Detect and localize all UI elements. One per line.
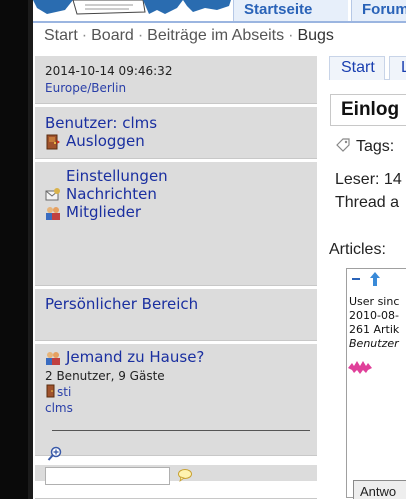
messages-icon: [45, 188, 60, 201]
personal-area-link[interactable]: Persönlicher Bereich: [45, 295, 198, 313]
sidebar: 2014-10-14 09:46:32 Europe/Berlin Benutz…: [35, 56, 317, 499]
logo-graphic: [33, 0, 231, 15]
reply-button[interactable]: Antwo: [353, 480, 406, 499]
thread-heading: Einlog: [330, 94, 406, 126]
settings-link[interactable]: Einstellungen: [66, 167, 168, 185]
thread-tabs: Start L: [329, 54, 406, 80]
header-divider: [33, 21, 406, 23]
current-user-link[interactable]: Benutzer: clms: [45, 114, 157, 132]
who-is-online-panel: Jemand zu Hause? 2 Benutzer, 9 Gäste sti…: [35, 344, 317, 456]
user-menu-panel: Einstellungen Nachrichten Mitglieder: [35, 162, 317, 286]
search-input[interactable]: [45, 467, 170, 485]
main-content: Start L Einlog Tags: Leser: 14 Thread a …: [317, 50, 406, 499]
collapse-icon[interactable]: [350, 273, 362, 285]
window-edge-inner: [28, 0, 33, 499]
current-datetime: 2014-10-14 09:46:32: [45, 64, 173, 78]
user-panel: Benutzer: clms Ausloggen: [35, 107, 317, 159]
tag-icon: [336, 138, 350, 152]
datetime-panel: 2014-10-14 09:46:32 Europe/Berlin: [35, 56, 317, 104]
article-count: 261 Artik: [349, 323, 400, 336]
thread-info: Thread a: [335, 194, 400, 211]
article-user-since: User sinc: [349, 295, 400, 308]
search-panel: [35, 465, 317, 499]
zoom-in-icon[interactable]: [47, 446, 63, 462]
nav-tab-startseite[interactable]: Startseite: [233, 0, 348, 22]
door-icon: [46, 134, 60, 150]
messages-link[interactable]: Nachrichten: [66, 185, 157, 203]
site-header: Startseite Forum: [33, 0, 406, 22]
breadcrumb-separator: ·: [81, 27, 88, 44]
breadcrumb-separator: ·: [137, 27, 144, 44]
article-panel: User sinc 2010-08- 261 Artik Benutzer: [346, 268, 406, 498]
breadcrumb-item-bugs: Bugs: [297, 27, 334, 44]
door-icon: [46, 384, 55, 398]
speech-bubble-icon[interactable]: [177, 468, 193, 482]
breadcrumb-item-board[interactable]: Board: [91, 27, 134, 44]
tab-l[interactable]: L: [389, 56, 406, 80]
article-role: Benutzer: [349, 337, 399, 350]
readers-count: Leser: 14: [335, 171, 402, 188]
articles-label: Articles:: [329, 241, 386, 258]
article-date: 2010-08-: [349, 309, 399, 322]
logout-link[interactable]: Ausloggen: [66, 132, 145, 150]
jump-up-icon[interactable]: [368, 271, 382, 287]
timezone-link[interactable]: Europe/Berlin: [45, 81, 126, 95]
members-link[interactable]: Mitglieder: [66, 203, 141, 221]
site-logo[interactable]: [33, 0, 243, 20]
online-user-sti[interactable]: sti: [57, 385, 71, 399]
personal-area-panel: Persönlicher Bereich: [35, 289, 317, 341]
members-icon: [46, 207, 60, 220]
who-is-home-link[interactable]: Jemand zu Hause?: [66, 348, 204, 366]
online-user-clms[interactable]: clms: [45, 401, 73, 415]
online-count: 2 Benutzer, 9 Gäste: [45, 369, 165, 383]
tab-start[interactable]: Start: [329, 56, 385, 80]
breadcrumb-separator: ·: [288, 27, 294, 44]
nav-tab-forum[interactable]: Forum: [351, 0, 406, 22]
users-online-icon: [46, 352, 60, 365]
breadcrumb-item-start[interactable]: Start: [44, 27, 78, 44]
tags-label: Tags:: [356, 138, 395, 155]
breadcrumb: Start · Board · Beiträge im Abseits · Bugs: [44, 27, 406, 49]
sidebar-divider: [52, 430, 310, 431]
bat-icon: [348, 361, 372, 374]
breadcrumb-item-abseits[interactable]: Beiträge im Abseits: [147, 27, 284, 44]
